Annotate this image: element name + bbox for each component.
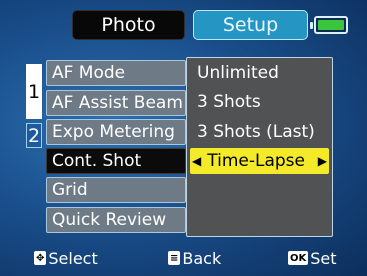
battery-icon — [310, 16, 348, 34]
tab-setup[interactable]: Setup — [193, 10, 308, 40]
menu-item-grid[interactable]: Grid — [46, 177, 186, 203]
set-hint: OK Set — [288, 249, 337, 268]
page-2-indicator[interactable]: 2 — [26, 123, 42, 148]
menu-item-label: Quick Review — [52, 210, 167, 230]
footer-hints: ✥ Select ≡ Back OK Set — [0, 246, 367, 270]
menu-key-icon: ≡ — [168, 251, 181, 265]
option-3-shots[interactable]: 3 Shots — [187, 89, 332, 115]
right-arrow-icon: ▶ — [317, 154, 327, 168]
back-hint: ≡ Back — [168, 249, 221, 268]
menu-item-af-mode[interactable]: AF Mode — [46, 60, 186, 86]
page-1-indicator[interactable]: 1 — [26, 64, 42, 119]
cont-shot-submenu: Unlimited 3 Shots 3 Shots (Last) ◀ Time-… — [186, 57, 333, 237]
option-3-shots-last[interactable]: 3 Shots (Last) — [187, 119, 332, 145]
menu-item-quick-review[interactable]: Quick Review — [46, 207, 186, 233]
option-label: Time-Lapse — [207, 151, 305, 171]
select-label: Select — [48, 248, 98, 268]
ok-key-icon: OK — [288, 251, 309, 265]
tab-photo-label: Photo — [101, 14, 156, 36]
set-label: Set — [310, 248, 337, 268]
menu-item-af-assist-beam[interactable]: AF Assist Beam — [46, 90, 186, 116]
menu-item-label: Grid — [52, 180, 88, 200]
select-hint: ✥ Select — [34, 249, 98, 268]
menu-item-label: Expo Metering — [52, 122, 175, 142]
menu-item-label: AF Mode — [52, 63, 126, 83]
menu-item-label: AF Assist Beam — [52, 93, 183, 113]
dpad-icon: ✥ — [34, 251, 47, 265]
left-arrow-icon: ◀ — [192, 154, 202, 168]
menu-item-label: Cont. Shot — [52, 151, 142, 171]
menu-item-cont-shot[interactable]: Cont. Shot — [46, 148, 186, 174]
battery-level — [318, 20, 344, 30]
tab-photo[interactable]: Photo — [72, 10, 185, 40]
option-time-lapse[interactable]: ◀ Time-Lapse ▶ — [190, 148, 329, 174]
menu-item-expo-metering[interactable]: Expo Metering — [46, 119, 186, 145]
tab-setup-label: Setup — [222, 14, 279, 36]
back-label: Back — [182, 248, 222, 268]
option-unlimited[interactable]: Unlimited — [187, 60, 332, 86]
